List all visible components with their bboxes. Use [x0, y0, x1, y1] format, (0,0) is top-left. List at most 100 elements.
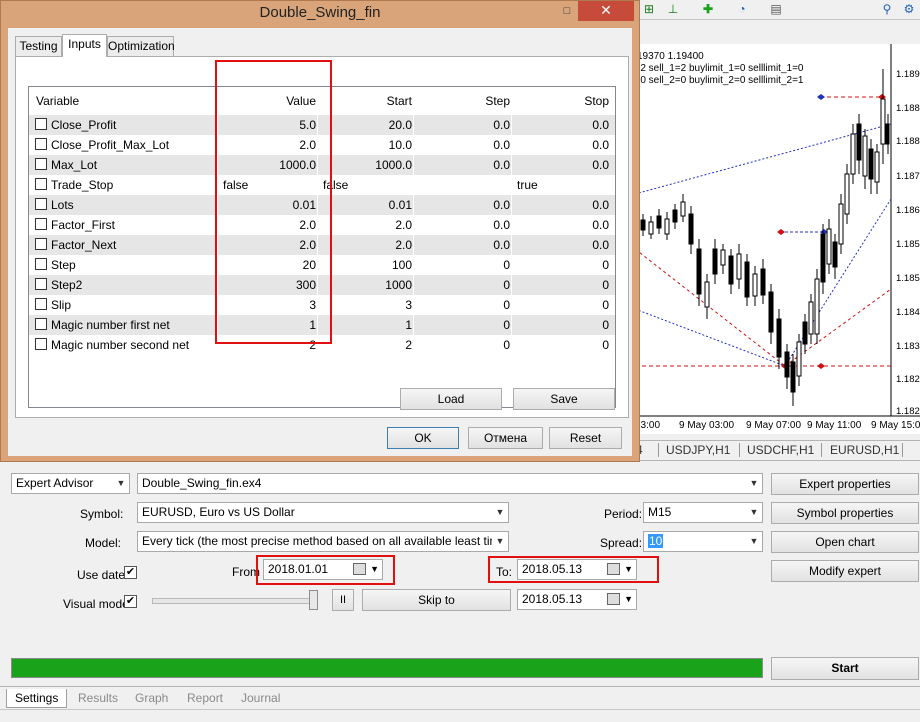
cell-stop[interactable]: 0	[513, 335, 609, 355]
cell-step[interactable]: 0	[415, 315, 510, 335]
cell-start[interactable]: 1	[319, 315, 412, 335]
optimize-checkbox[interactable]	[35, 318, 47, 330]
cell-step[interactable]: 0	[415, 295, 510, 315]
spread-select[interactable]: 10 ▼	[643, 531, 763, 552]
cell-step[interactable]: 0	[415, 335, 510, 355]
load-button[interactable]: Load	[400, 388, 502, 410]
cell-start[interactable]: false	[323, 175, 416, 195]
cell-stop[interactable]: 0.0	[513, 135, 609, 155]
cell-step[interactable]: 0.0	[415, 215, 510, 235]
column-header-step[interactable]: Step	[415, 87, 510, 115]
expert-select[interactable]: Double_Swing_fin.ex4 ▼	[137, 473, 763, 494]
cell-start[interactable]: 0.01	[319, 195, 412, 215]
tab-optimization[interactable]: Optimization	[107, 36, 175, 56]
cell-step[interactable]	[419, 175, 514, 195]
start-button[interactable]: Start	[771, 657, 919, 680]
search-icon[interactable]: ⚲	[880, 1, 894, 18]
modify-expert-button[interactable]: Modify expert	[771, 560, 919, 582]
cell-stop[interactable]: 0.0	[513, 195, 609, 215]
chevron-down-icon[interactable]: ▼	[113, 474, 129, 493]
optimize-checkbox[interactable]	[35, 158, 47, 170]
symbol-select[interactable]: EURUSD, Euro vs US Dollar ▼	[137, 502, 509, 523]
chart-tab-usdjpy[interactable]: USDJPY,H1	[666, 442, 730, 458]
ok-button[interactable]: OK	[387, 427, 459, 449]
visual-mode-checkbox[interactable]: ✔	[124, 595, 137, 608]
cell-step[interactable]: 0.0	[415, 235, 510, 255]
candles-icon[interactable]: ⊥	[664, 1, 682, 18]
cell-step[interactable]: 0	[415, 255, 510, 275]
cell-start[interactable]: 1000.0	[319, 155, 412, 175]
cell-start[interactable]: 10.0	[319, 135, 412, 155]
optimize-checkbox[interactable]	[35, 258, 47, 270]
cell-step[interactable]: 0.0	[415, 135, 510, 155]
cell-start[interactable]: 3	[319, 295, 412, 315]
cell-stop[interactable]: true	[517, 175, 613, 195]
chevron-down-icon[interactable]: ▼	[492, 532, 508, 551]
column-header-start[interactable]: Start	[319, 87, 412, 115]
tab-report[interactable]: Report	[187, 689, 223, 708]
period-select[interactable]: M15 ▼	[643, 502, 763, 523]
tab-results[interactable]: Results	[78, 689, 118, 708]
calendar-icon[interactable]	[607, 593, 620, 605]
cell-stop[interactable]: 0.0	[513, 155, 609, 175]
cell-start[interactable]: 2.0	[319, 215, 412, 235]
cell-stop[interactable]: 0.0	[513, 235, 609, 255]
optimize-checkbox[interactable]	[35, 218, 47, 230]
optimize-checkbox[interactable]	[35, 338, 47, 350]
cell-stop[interactable]: 0	[513, 295, 609, 315]
model-select[interactable]: Every tick (the most precise method base…	[137, 531, 509, 552]
visual-speed-slider[interactable]	[152, 598, 318, 604]
skip-date-picker[interactable]: 2018.05.13 ▼	[517, 589, 637, 610]
column-header-variable[interactable]: Variable	[36, 87, 79, 115]
expert-properties-button[interactable]: Expert properties	[771, 473, 919, 495]
use-date-checkbox[interactable]: ✔	[124, 566, 137, 579]
cell-step[interactable]: 0	[415, 275, 510, 295]
chevron-down-icon[interactable]: ▼	[746, 532, 762, 551]
close-icon[interactable]: ✕	[578, 1, 634, 21]
reset-button[interactable]: Reset	[549, 427, 622, 449]
cell-stop[interactable]: 0	[513, 255, 609, 275]
cell-start[interactable]: 2.0	[319, 235, 412, 255]
cell-step[interactable]: 0.0	[415, 155, 510, 175]
symbol-properties-button[interactable]: Symbol properties	[771, 502, 919, 524]
settings-icon[interactable]: ⚙	[902, 1, 916, 18]
tab-testing[interactable]: Testing	[15, 36, 62, 56]
open-chart-button[interactable]: Open chart	[771, 531, 919, 553]
cell-start[interactable]: 1000	[319, 275, 412, 295]
slider-thumb[interactable]	[309, 590, 318, 610]
optimize-checkbox[interactable]	[35, 238, 47, 250]
cell-stop[interactable]: 0.0	[513, 115, 609, 135]
optimize-checkbox[interactable]	[35, 198, 47, 210]
chevron-down-icon[interactable]: ▼	[746, 474, 762, 493]
chart-tab-eurusd[interactable]: EURUSD,H1	[830, 442, 899, 458]
tab-graph[interactable]: Graph	[135, 689, 168, 708]
tab-settings[interactable]: Settings	[6, 689, 68, 708]
chart-bar-icon[interactable]: ⊞	[640, 1, 658, 18]
chart-tab-usdchf[interactable]: USDCHF,H1	[747, 442, 814, 458]
cell-stop[interactable]: 0.0	[513, 215, 609, 235]
templates-icon[interactable]: ▤	[766, 1, 786, 18]
mode-select[interactable]: Expert Advisor ▼	[11, 473, 130, 494]
cell-stop[interactable]: 0	[513, 315, 609, 335]
price-chart[interactable]: 19370 1.19400 -2 sell_1=2 buylimit_1=0 s…	[634, 44, 920, 434]
tab-inputs[interactable]: Inputs	[62, 34, 107, 57]
cancel-button[interactable]: Отмена	[468, 427, 543, 449]
chevron-down-icon[interactable]: ▼	[492, 503, 508, 522]
save-button[interactable]: Save	[513, 388, 615, 410]
pause-button[interactable]: II	[332, 589, 354, 611]
optimize-checkbox[interactable]	[35, 298, 47, 310]
optimize-checkbox[interactable]	[35, 118, 47, 130]
cell-start[interactable]: 100	[319, 255, 412, 275]
zoom-in-icon[interactable]: ✚	[698, 1, 718, 18]
cell-stop[interactable]: 0	[513, 275, 609, 295]
optimize-checkbox[interactable]	[35, 178, 47, 190]
optimize-checkbox[interactable]	[35, 278, 47, 290]
cell-start[interactable]: 2	[319, 335, 412, 355]
cell-start[interactable]: 20.0	[319, 115, 412, 135]
optimize-checkbox[interactable]	[35, 138, 47, 150]
cell-step[interactable]: 0.0	[415, 195, 510, 215]
column-header-stop[interactable]: Stop	[513, 87, 609, 115]
period-clock-icon[interactable]: ◔	[732, 1, 752, 18]
tab-journal[interactable]: Journal	[241, 689, 280, 708]
cell-step[interactable]: 0.0	[415, 115, 510, 135]
